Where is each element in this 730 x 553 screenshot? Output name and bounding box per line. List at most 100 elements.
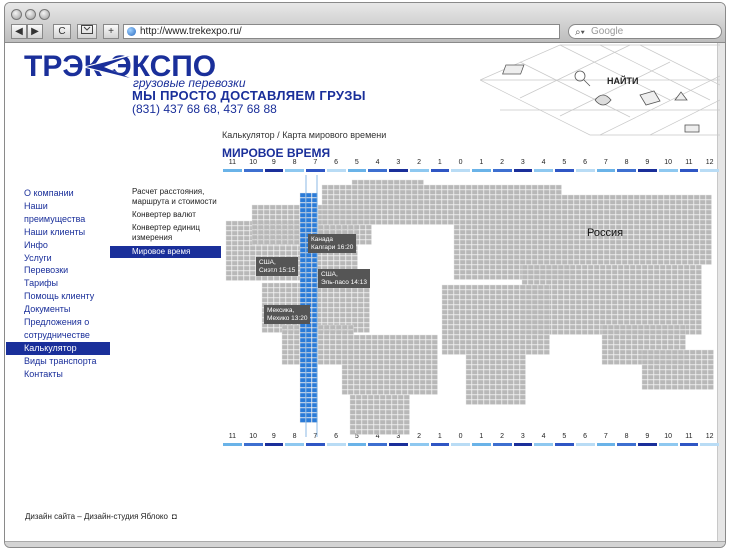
timezone-segment[interactable]: [492, 169, 512, 172]
timezone-segment[interactable]: [264, 169, 284, 172]
timezone-segment[interactable]: [430, 169, 450, 172]
timezone-segment[interactable]: [679, 443, 699, 446]
timezone-segment[interactable]: [638, 443, 657, 446]
nav-item[interactable]: Помощь клиенту: [6, 290, 110, 303]
timezone-number: 6: [583, 159, 588, 166]
reload-button[interactable]: C: [53, 24, 71, 39]
timezone-segment[interactable]: [326, 169, 346, 172]
subnav-item[interactable]: Конвертер валют: [110, 210, 221, 220]
timezone-number: 10: [249, 159, 258, 166]
search-icon: ⌕▾: [575, 27, 585, 38]
timezone-segment[interactable]: [472, 169, 491, 172]
timezone-segment[interactable]: [617, 443, 636, 446]
timezone-segment[interactable]: [243, 443, 263, 446]
timezone-segment[interactable]: [223, 443, 242, 446]
timezone-segment[interactable]: [534, 443, 553, 446]
timezone-segment[interactable]: [700, 443, 719, 446]
bookmark-icon: [81, 25, 93, 34]
city-label-mexico-city[interactable]: Мексика, Мехико 13:20: [264, 305, 311, 324]
forward-button[interactable]: ▶: [27, 24, 43, 39]
status-bar: [5, 541, 725, 547]
timezone-number: 8: [292, 159, 297, 166]
timezone-segment[interactable]: [575, 443, 595, 446]
timezone-segment[interactable]: [285, 169, 304, 172]
timezone-segment[interactable]: [658, 169, 678, 172]
timezone-segment[interactable]: [451, 169, 470, 172]
timezone-segment[interactable]: [326, 443, 346, 446]
timezone-segment[interactable]: [658, 443, 678, 446]
timezone-segment[interactable]: [596, 169, 616, 172]
timezone-number: 3: [396, 159, 401, 166]
slogan: МЫ ПРОСТО ДОСТАВЛЯЕМ ГРУЗЫ: [132, 88, 366, 103]
timezone-segment[interactable]: [492, 443, 512, 446]
zoom-window-icon[interactable]: [39, 9, 50, 20]
globe-icon: [127, 27, 136, 36]
timezone-segment[interactable]: [596, 443, 616, 446]
city-label-el-paso[interactable]: США, Эль-пасо 14:13: [318, 269, 370, 288]
timezone-segment[interactable]: [389, 443, 408, 446]
address-bar[interactable]: http://www.trekexpo.ru/: [123, 24, 560, 39]
timezone-segment[interactable]: [389, 169, 408, 172]
nav-item[interactable]: О компании: [6, 187, 110, 200]
nav-item[interactable]: Виды транспорта: [6, 355, 110, 368]
timezone-segment[interactable]: [347, 443, 367, 446]
map-region-label: Россия: [587, 227, 624, 239]
bookmark-button[interactable]: [77, 24, 97, 39]
footer-credit-text: Дизайн сайта – Дизайн-студия Яблоко: [25, 512, 168, 521]
timezone-segment[interactable]: [306, 169, 325, 172]
nav-item[interactable]: Документы: [6, 303, 110, 316]
search-placeholder: Google: [591, 26, 624, 37]
timezone-segment[interactable]: [534, 169, 553, 172]
timezone-segment[interactable]: [243, 169, 263, 172]
timezone-number: 5: [354, 159, 359, 166]
timezone-number: 4: [375, 159, 380, 166]
find-button[interactable]: НАЙТИ: [607, 76, 638, 86]
nav-item[interactable]: Предложения о сотрудничестве: [6, 316, 110, 342]
nav-item[interactable]: Наши клиенты: [6, 226, 110, 239]
subnav-item[interactable]: Конвертер единиц измерения: [110, 223, 221, 243]
nav-item[interactable]: Услуги: [6, 252, 110, 265]
back-button[interactable]: ◀: [11, 24, 27, 39]
timezone-segment[interactable]: [513, 169, 533, 172]
timezone-segment[interactable]: [409, 169, 429, 172]
nav-item[interactable]: Калькулятор: [6, 341, 110, 355]
timezone-number: 3: [520, 159, 525, 166]
timezone-segment[interactable]: [700, 169, 719, 172]
timezone-number: 1: [479, 159, 484, 166]
nav-item[interactable]: Перевозки: [6, 264, 110, 277]
timezone-number: 11: [228, 159, 237, 166]
timezone-number: 7: [313, 159, 318, 166]
timezone-segment[interactable]: [638, 169, 657, 172]
city-label-calgary[interactable]: Канада Калгари 16:20: [308, 234, 357, 253]
timezone-segment[interactable]: [617, 169, 636, 172]
timezone-segment[interactable]: [347, 169, 367, 172]
timezone-number: 9: [645, 159, 650, 166]
timezone-segment[interactable]: [409, 443, 429, 446]
timezone-segment[interactable]: [575, 169, 595, 172]
footer-credit[interactable]: Дизайн сайта – Дизайн-студия Яблоко ◘: [25, 512, 177, 521]
timezone-segment[interactable]: [285, 443, 304, 446]
timezone-segment[interactable]: [451, 443, 470, 446]
city-label-seattle[interactable]: США, Сиэтл 15:15: [256, 257, 299, 276]
timezone-segment[interactable]: [513, 443, 533, 446]
timezone-segment[interactable]: [306, 443, 325, 446]
timezone-segment[interactable]: [430, 443, 450, 446]
minimize-window-icon[interactable]: [25, 9, 36, 20]
timezone-segment[interactable]: [264, 443, 284, 446]
close-window-icon[interactable]: [11, 9, 22, 20]
timezone-segment[interactable]: [368, 169, 387, 172]
timezone-segment[interactable]: [555, 169, 574, 172]
nav-item[interactable]: Наши преимущества: [6, 200, 110, 226]
timezone-segment[interactable]: [223, 169, 242, 172]
timezone-segment[interactable]: [555, 443, 574, 446]
timezone-segment[interactable]: [472, 443, 491, 446]
subnav-item[interactable]: Расчет расстояния, маршрута и стоимости: [110, 187, 221, 207]
nav-item[interactable]: Контакты: [6, 368, 110, 381]
nav-item[interactable]: Тарифы: [6, 277, 110, 290]
add-bookmark-button[interactable]: +: [103, 24, 119, 39]
timezone-segment[interactable]: [679, 169, 699, 172]
search-input[interactable]: ⌕▾ Google: [568, 24, 722, 39]
nav-item[interactable]: Инфо: [6, 239, 110, 252]
timezone-segment[interactable]: [368, 443, 387, 446]
subnav-item[interactable]: Мировое время: [110, 246, 221, 258]
